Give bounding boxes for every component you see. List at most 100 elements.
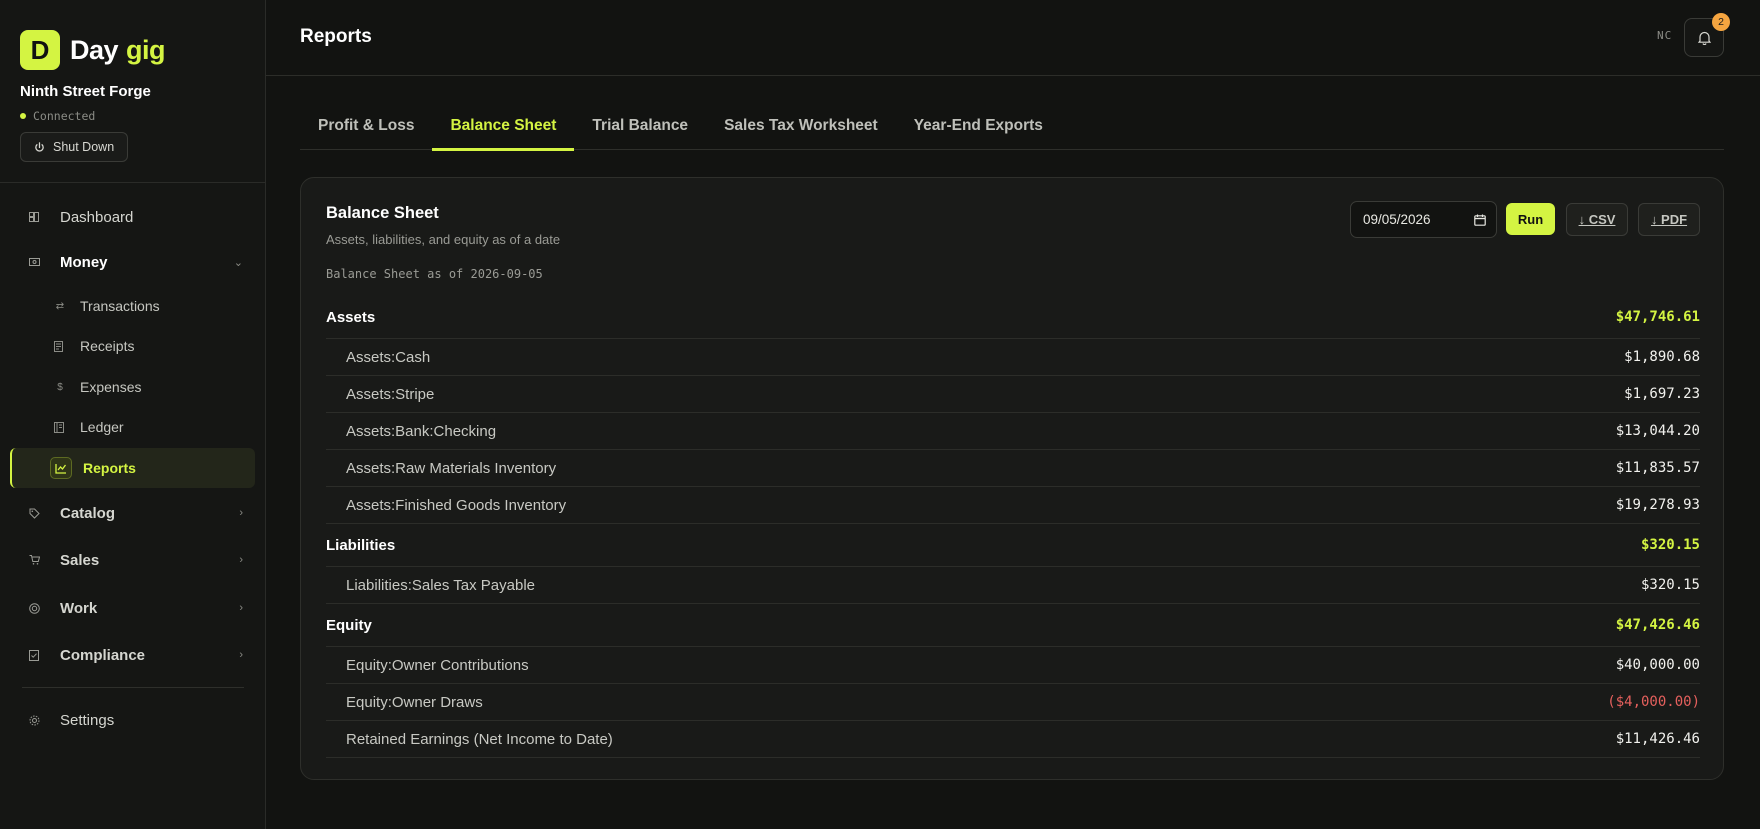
shut-down-button[interactable]: Shut Down [20,132,129,162]
chevron-down-icon: ⌄ [233,256,243,269]
top-bar: Reports NC 2 [266,0,1760,76]
tab-profit-loss[interactable]: Profit & Loss [300,108,432,150]
sidebar-group-money[interactable]: Money ⌄ [10,242,255,282]
sidebar-group-label: Work [60,599,98,617]
sidebar-group-sales[interactable]: Sales › [10,540,255,580]
account-row: Retained Earnings (Net Income to Date) $1… [326,721,1700,758]
sidebar-group-work[interactable]: Work › [10,588,255,628]
brand-name: Day gig [70,34,166,66]
brand-name-part1: Day [70,34,119,65]
brand[interactable]: D Day gig [20,30,166,70]
section-name: Equity [326,616,372,634]
account-name: Liabilities:Sales Tax Payable [346,576,536,594]
account-amount: $19,278.93 [1615,497,1700,513]
export-pdf-button[interactable]: ↓ PDF [1638,203,1700,236]
tab-sales-tax-worksheet[interactable]: Sales Tax Worksheet [706,108,896,150]
account-amount: $40,000.00 [1615,657,1700,673]
report-tabs: Profit & Loss Balance Sheet Trial Balanc… [300,108,1724,151]
sidebar-group-label: Money [60,253,108,271]
sidebar-item-label: Expenses [80,379,142,395]
cart-icon [28,554,40,566]
brand-logo: D [20,30,60,70]
sidebar-group-catalog[interactable]: Catalog › [10,493,255,533]
ledger-icon [54,421,66,433]
account-amount: $1,697.23 [1624,386,1700,402]
account-amount: $11,835.57 [1615,460,1700,476]
section-total: $47,426.46 [1615,617,1700,633]
section-row: Equity $47,426.46 [326,604,1700,647]
main-content: Reports NC 2 Profit & Loss Balance Sheet… [266,0,1760,829]
account-name: Assets:Raw Materials Inventory [346,459,557,477]
sidebar-item-label: Receipts [80,338,135,354]
account-row: Assets:Cash $1,890.68 [326,339,1700,376]
account-row: Equity:Owner Contributions $40,000.00 [326,647,1700,684]
arrows-icon: ⇄ [55,300,65,312]
user-initials[interactable]: NC [1657,29,1672,42]
tab-balance-sheet[interactable]: Balance Sheet [432,108,575,151]
sidebar-item-expenses[interactable]: $ Expenses [10,367,255,407]
report-heading: Balance Sheet as of 2026-09-05 [326,267,543,281]
section-total: $320.15 [1640,537,1700,553]
account-name: Assets:Stripe [346,385,435,403]
sidebar-item-reports[interactable]: Reports [10,448,255,488]
tab-trial-balance[interactable]: Trial Balance [574,108,706,150]
account-amount: $11,426.46 [1615,731,1700,747]
sidebar-divider [22,687,244,688]
account-name: Retained Earnings (Net Income to Date) [346,730,613,748]
export-csv-button[interactable]: ↓ CSV [1566,203,1628,236]
account-amount: $13,044.20 [1615,423,1700,439]
account-row: Equity:Owner Draws ($4,000.00) [326,684,1700,721]
report-subtitle: Assets, liabilities, and equity as of a … [326,232,561,247]
target-icon [28,602,40,614]
tab-year-end-exports[interactable]: Year-End Exports [896,108,1061,150]
account-amount: $320.15 [1640,577,1700,593]
sidebar-group-compliance[interactable]: Compliance › [10,635,255,675]
balance-sheet-table: Assets $47,746.61 Assets:Cash $1,890.68 Asse… [326,296,1700,758]
account-row: Assets:Raw Materials Inventory $11,835.57 [326,450,1700,487]
sidebar-item-label: Settings [60,711,115,729]
sidebar: D Day gig Ninth Street Forge Connected Sh… [0,0,266,829]
page-title: Reports [300,26,372,47]
report-title: Balance Sheet [326,204,439,222]
status-dot-icon [20,113,26,119]
tag-icon [28,507,40,519]
as-of-date-input[interactable]: 09/05/2026 [1350,201,1497,238]
account-name: Assets:Cash [346,348,431,366]
chevron-right-icon: › [239,507,243,519]
section-name: Liabilities [326,536,396,554]
sidebar-item-receipts[interactable]: Receipts [10,326,255,366]
account-row: Assets:Finished Goods Inventory $19,278.9… [326,487,1700,524]
chart-icon [50,457,72,479]
calendar-icon [1474,214,1486,226]
section-row: Liabilities $320.15 [326,524,1700,567]
account-row: Assets:Stripe $1,697.23 [326,376,1700,413]
brand-name-part2: gig [126,34,166,65]
checklist-icon [28,649,40,661]
chevron-right-icon: › [239,649,243,661]
sidebar-item-label: Dashboard [60,208,134,226]
sidebar-divider [0,182,265,183]
sidebar-item-dashboard[interactable]: Dashboard [10,197,255,237]
account-amount: $1,890.68 [1624,349,1700,365]
report-card: Balance Sheet Assets, liabilities, and e… [300,177,1724,780]
account-row: Assets:Bank:Checking $13,044.20 [326,413,1700,450]
org-name: Ninth Street Forge [20,83,151,100]
sidebar-item-label: Transactions [80,298,160,314]
date-value: 09/05/2026 [1363,212,1431,227]
sidebar-item-transactions[interactable]: ⇄ Transactions [10,286,255,326]
connection-status: Connected [20,109,95,123]
sidebar-item-ledger[interactable]: Ledger [10,407,255,447]
gear-icon [28,714,40,726]
section-name: Assets [326,308,376,326]
sidebar-item-settings[interactable]: Settings [10,700,255,740]
section-row: Assets $47,746.61 [326,296,1700,339]
account-name: Assets:Bank:Checking [346,422,497,440]
account-name: Equity:Owner Draws [346,693,483,711]
sidebar-group-label: Compliance [60,646,146,664]
bell-icon [1697,31,1711,45]
notification-badge: 2 [1712,13,1730,31]
chevron-right-icon: › [239,602,243,614]
power-icon [34,141,45,153]
section-total: $47,746.61 [1615,309,1700,325]
run-button[interactable]: Run [1506,203,1555,235]
